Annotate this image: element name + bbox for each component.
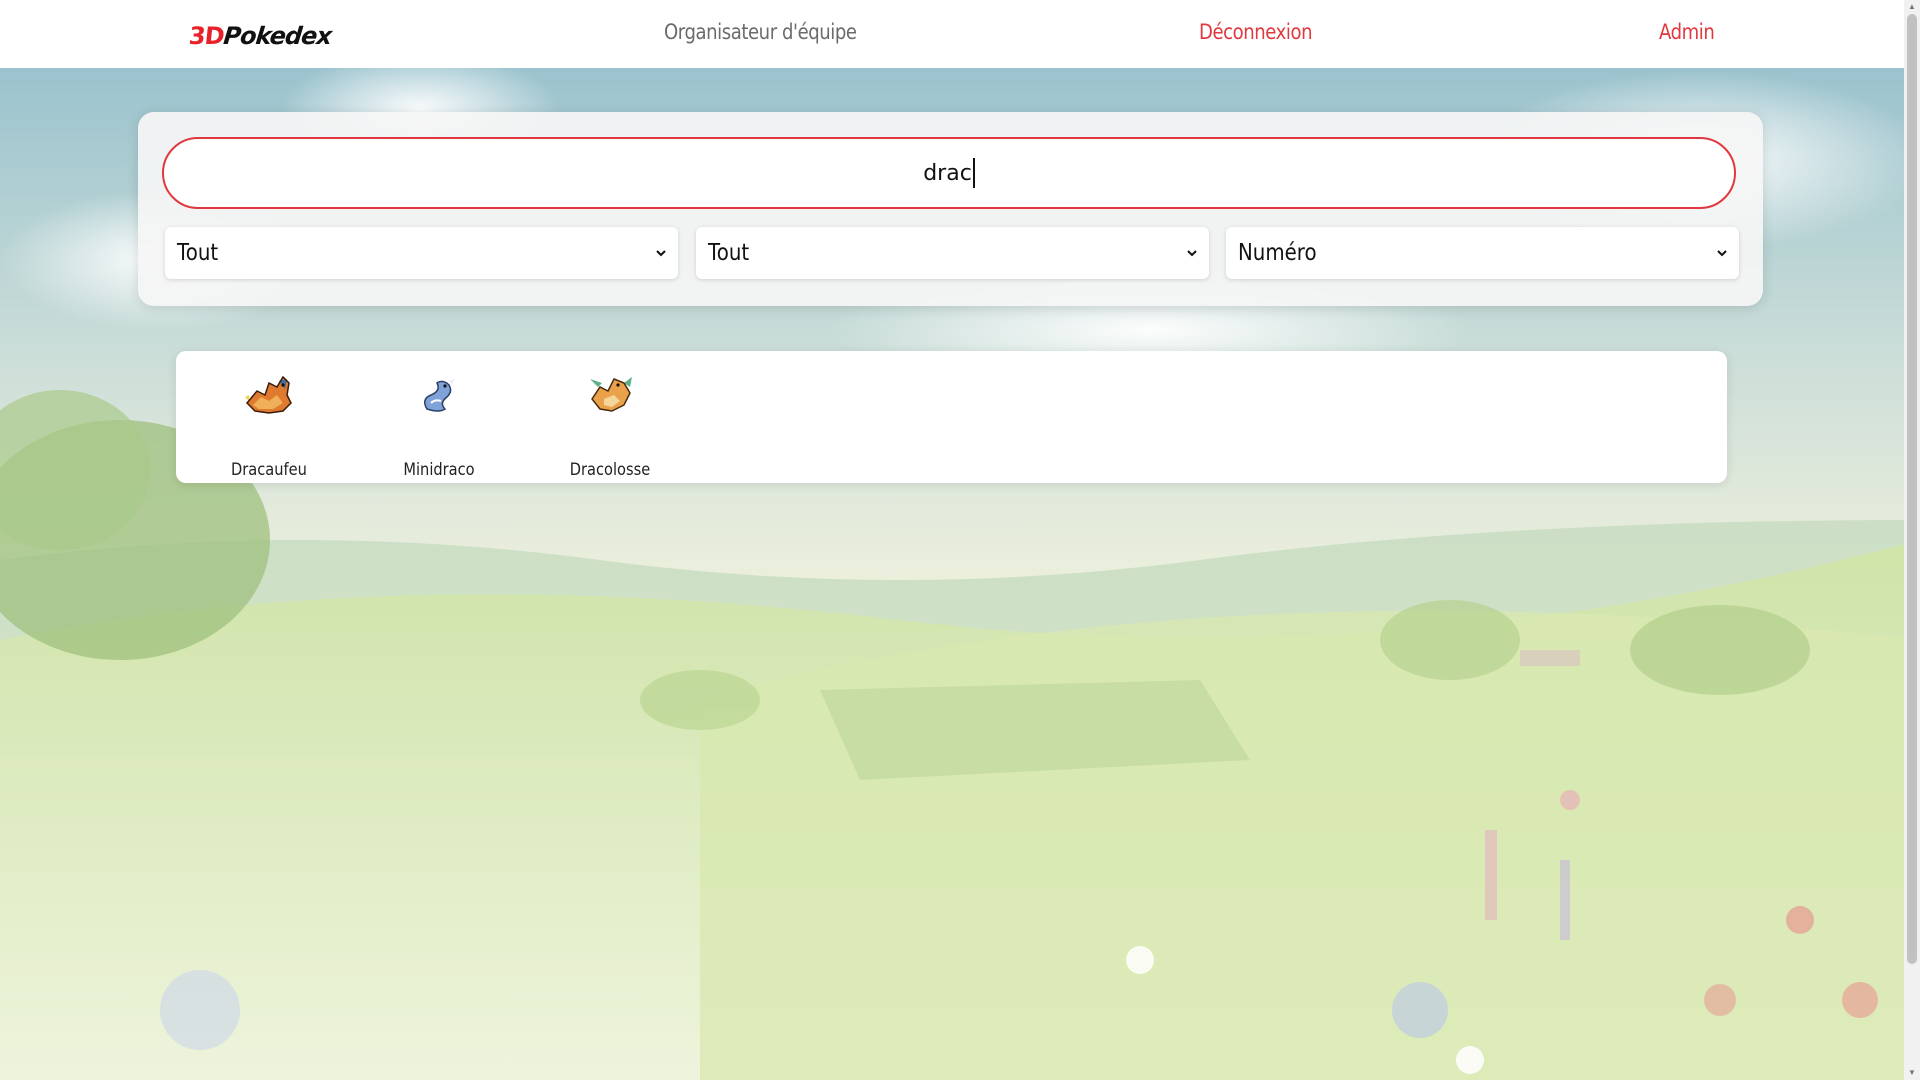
chevron-down-icon <box>1717 250 1727 257</box>
logo-pokedex: Pokedex <box>222 22 333 50</box>
pokemon-name: Dracaufeu <box>231 460 307 480</box>
chevron-down-icon <box>656 250 666 257</box>
scrollbar-thumb[interactable] <box>1907 14 1917 964</box>
scroll-up-arrow-icon[interactable]: ▲ <box>1907 2 1917 12</box>
dragonite-sprite-icon <box>590 377 632 412</box>
type-filter-value: Tout <box>177 240 219 266</box>
nav-logout-link[interactable]: Déconnexion <box>1199 20 1313 44</box>
generation-filter-select[interactable]: Tout <box>696 227 1209 279</box>
nav-team-organizer-link[interactable]: Organisateur d'équipe <box>664 20 857 44</box>
pokemon-name: Minidraco <box>403 460 475 480</box>
top-navbar: 3DPokedex Organisateur d'équipe Déconnex… <box>0 0 1904 68</box>
logo-3d: 3D <box>187 22 226 50</box>
search-panel: drac Tout Tout Numéro <box>138 112 1763 306</box>
page-scrollbar[interactable]: ▲ ▼ <box>1904 0 1920 1080</box>
search-input[interactable]: drac <box>162 137 1736 209</box>
type-filter-select[interactable]: Tout <box>165 227 678 279</box>
chevron-down-icon <box>1187 250 1197 257</box>
dratini-sprite-icon <box>424 379 455 412</box>
pokemon-name: Dracolosse <box>569 460 651 480</box>
sort-value: Numéro <box>1238 240 1317 266</box>
search-results: Dracaufeu Minidraco Dracolosse <box>176 351 1727 483</box>
pokemon-card[interactable]: Dracaufeu <box>209 369 329 480</box>
text-caret <box>972 158 975 188</box>
pokemon-card[interactable]: Minidraco <box>379 369 499 480</box>
sort-select[interactable]: Numéro <box>1226 227 1739 279</box>
site-logo[interactable]: 3DPokedex <box>188 22 333 50</box>
charizard-sprite-icon <box>245 375 292 414</box>
nav-admin-link[interactable]: Admin <box>1659 20 1715 44</box>
scroll-down-arrow-icon[interactable]: ▼ <box>1907 1068 1917 1078</box>
search-input-value: drac <box>923 160 972 186</box>
generation-filter-value: Tout <box>708 240 750 266</box>
pokemon-card[interactable]: Dracolosse <box>550 369 670 480</box>
